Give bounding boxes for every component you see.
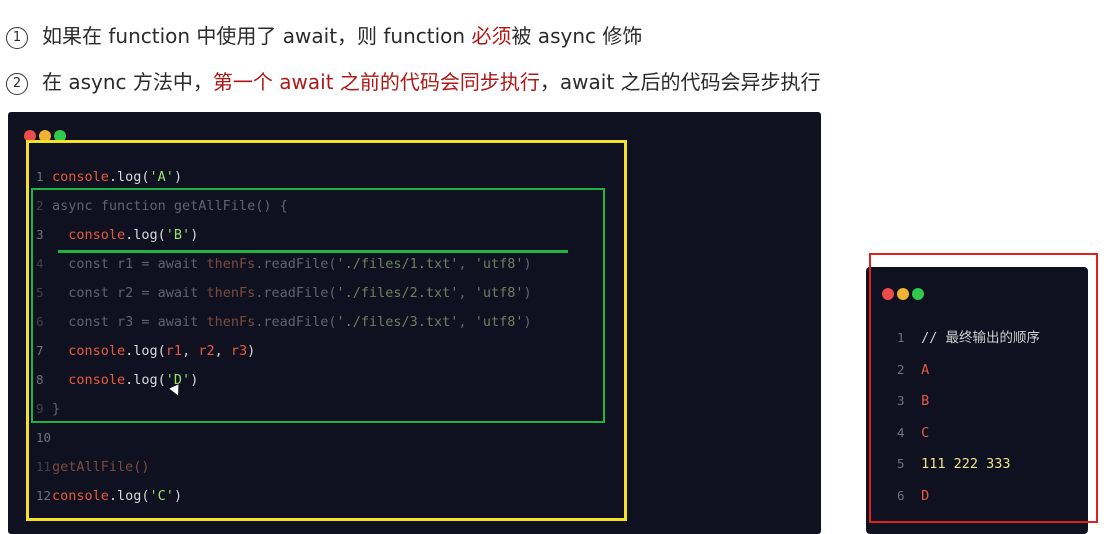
bullet-2-highlight: 第一个 await 之前的代码会同步执行 bbox=[212, 70, 540, 94]
circled-number-2: 2 bbox=[6, 73, 28, 95]
bullet-2: 2 在 async 方法中，第一个 await 之前的代码会同步执行，await … bbox=[6, 66, 821, 95]
await-boundary-line bbox=[58, 250, 568, 253]
circled-number-1: 1 bbox=[6, 27, 28, 49]
bullet-1-text-end: 被 async 修饰 bbox=[511, 24, 643, 48]
bullet-1: 1 如果在 function 中使用了 await，则 function 必须被 … bbox=[6, 20, 642, 49]
bullet-2-text-end: ，await 之后的代码会异步执行 bbox=[539, 70, 821, 94]
bullet-2-text: 在 async 方法中， bbox=[42, 70, 213, 94]
bullet-1-highlight: 必须 bbox=[471, 24, 512, 48]
bullet-1-text: 如果在 function 中使用了 await，则 function bbox=[42, 24, 472, 48]
async-function-highlight-box bbox=[31, 188, 605, 423]
output-highlight-box bbox=[869, 253, 1098, 523]
